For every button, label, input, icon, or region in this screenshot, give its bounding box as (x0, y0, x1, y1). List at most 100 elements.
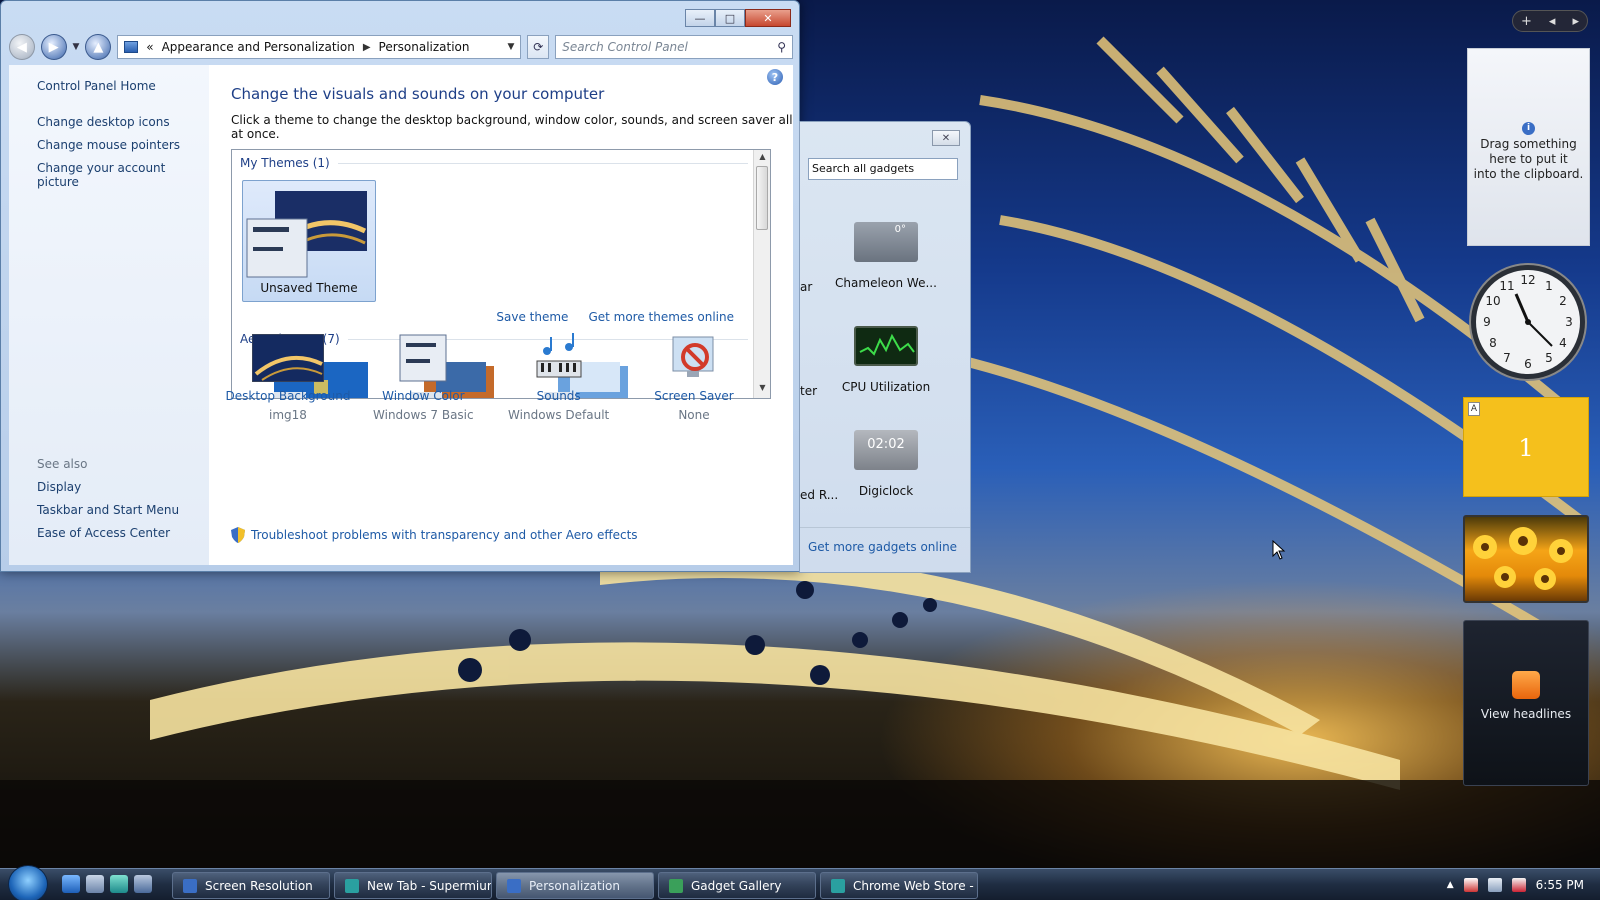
internet-explorer-icon[interactable] (62, 875, 80, 893)
recent-pages-dropdown[interactable]: ▼ (73, 42, 80, 52)
slideshow-gadget[interactable] (1463, 515, 1589, 603)
taskbar-label-new-tab: New Tab - Supermium (367, 878, 492, 893)
tray-clock[interactable]: 6:55 PM (1536, 878, 1584, 892)
window-content: Control Panel Home Change desktop icons … (9, 65, 793, 565)
action-center-icon[interactable] (1463, 878, 1478, 892)
unsaved-theme-card[interactable]: Unsaved Theme (242, 180, 376, 302)
clipboard-gadget[interactable]: i Drag something here to put it into the… (1467, 48, 1590, 246)
start-button[interactable] (8, 865, 48, 900)
refresh-button[interactable]: ⟳ (527, 35, 550, 59)
volume-muted-icon[interactable] (1511, 878, 1526, 892)
address-dropdown-icon[interactable]: ▼ (507, 42, 514, 52)
troubleshoot-text[interactable]: Troubleshoot problems with transparency … (251, 528, 638, 542)
screen-saver-icon (672, 336, 714, 377)
screen-resolution-icon (183, 878, 197, 893)
weather-icon: 0° (854, 222, 918, 262)
desktop-background-option[interactable]: Desktop Background img18 (221, 333, 355, 422)
browser-icon (345, 878, 359, 893)
search-placeholder: Search Control Panel (562, 40, 688, 54)
feed-headlines-gadget[interactable]: View headlines (1463, 620, 1589, 786)
control-panel-home-link[interactable]: Control Panel Home (37, 79, 209, 93)
note-font-button[interactable]: A (1468, 402, 1480, 416)
scroll-up-icon[interactable]: ▲ (754, 152, 770, 167)
mouse-cursor-icon (1272, 540, 1286, 560)
breadcrumb-appearance[interactable]: Appearance and Personalization (162, 40, 355, 54)
clipboard-text-3: into the clipboard. (1473, 167, 1584, 181)
note-text[interactable]: 1 (1464, 434, 1588, 462)
add-gadget-icon[interactable]: + (1521, 14, 1532, 29)
back-button[interactable]: ◀ (9, 34, 35, 60)
unsaved-theme-label: Unsaved Theme (260, 281, 358, 295)
clock-num-11: 11 (1499, 279, 1514, 293)
desktop-background-title[interactable]: Desktop Background (221, 389, 355, 403)
ease-of-access-link[interactable]: Ease of Access Center (37, 526, 179, 540)
taskbar-label-personalization: Personalization (529, 878, 620, 893)
troubleshoot-link[interactable]: Troubleshoot problems with transparency … (231, 527, 638, 543)
get-more-themes-link[interactable]: Get more themes online (588, 310, 734, 324)
control-panel-icon (124, 41, 139, 53)
save-theme-link[interactable]: Save theme (496, 310, 568, 324)
up-button[interactable]: ▲ (85, 34, 112, 60)
screen-saver-title[interactable]: Screen Saver (627, 389, 761, 403)
gadget-gallery-window: ✕ Search all gadgets ar ter ed R... 0° C… (799, 121, 971, 573)
taskbar-new-tab[interactable]: New Tab - Supermium (334, 872, 492, 899)
close-button[interactable]: ✕ (745, 9, 791, 27)
gadget-chameleon-weather[interactable]: 0° Chameleon We... (826, 222, 946, 290)
window-color-title[interactable]: Window Color (356, 389, 490, 403)
supermium-icon[interactable] (110, 875, 128, 893)
window-color-option[interactable]: Window Color Windows 7 Basic (356, 333, 490, 422)
gallery-close-button[interactable]: ✕ (932, 130, 960, 146)
taskbar-start-menu-link[interactable]: Taskbar and Start Menu (37, 503, 179, 517)
taskbar-screen-resolution[interactable]: Screen Resolution (172, 872, 330, 899)
gadget-cpu-utilization[interactable]: CPU Utilization (826, 326, 946, 394)
refresh-icon: ⟳ (533, 40, 544, 54)
get-more-gadgets-link[interactable]: Get more gadgets online (808, 540, 957, 554)
taskbar-gadget-gallery[interactable]: Gadget Gallery (658, 872, 816, 899)
change-mouse-pointers-link[interactable]: Change mouse pointers (37, 138, 209, 152)
see-also-heading: See also (37, 457, 88, 471)
show-hidden-icons-icon[interactable]: ▲ (1447, 880, 1454, 890)
sidebar-next-icon[interactable]: ▸ (1572, 14, 1579, 29)
address-bar[interactable]: « Appearance and Personalization ▶ Perso… (117, 35, 522, 59)
clock-num-6: 6 (1524, 357, 1532, 371)
maximize-button[interactable]: □ (715, 9, 745, 27)
info-icon: i (1522, 122, 1535, 135)
sounds-title[interactable]: Sounds (492, 389, 626, 403)
gadget-digiclock[interactable]: 02:02 Digiclock (826, 430, 946, 498)
clock-num-8: 8 (1489, 336, 1497, 350)
gadget-cpu-label: CPU Utilization (841, 380, 931, 394)
view-headlines-label[interactable]: View headlines (1464, 707, 1588, 721)
gadget-partial-label-1[interactable]: ar (800, 280, 812, 294)
sticky-note-gadget[interactable]: A 1 (1463, 397, 1589, 497)
help-icon[interactable]: ? (767, 69, 783, 85)
search-input[interactable]: Search Control Panel ⚲ (555, 35, 793, 59)
search-icon[interactable]: ⚲ (777, 40, 786, 54)
switch-windows-icon[interactable] (134, 875, 152, 893)
show-desktop-icon[interactable] (86, 875, 104, 893)
network-icon[interactable] (1487, 878, 1502, 892)
breadcrumb-personalization[interactable]: Personalization (379, 40, 470, 54)
navigation-bar: ◀ ▶ ▼ ▲ « Appearance and Personalization… (9, 33, 793, 61)
digiclock-icon: 02:02 (854, 430, 918, 470)
sidebar-prev-icon[interactable]: ◂ (1549, 14, 1556, 29)
change-desktop-icons-link[interactable]: Change desktop icons (37, 115, 209, 129)
forward-button[interactable]: ▶ (40, 34, 67, 60)
sounds-option[interactable]: Sounds Windows Default (492, 333, 626, 422)
my-themes-group-header: My Themes (1) (232, 156, 770, 170)
gadget-search-input[interactable]: Search all gadgets (808, 158, 958, 180)
display-link[interactable]: Display (37, 480, 179, 494)
minimize-button[interactable]: — (685, 9, 715, 27)
clock-num-2: 2 (1559, 294, 1567, 308)
change-account-picture-link[interactable]: Change your account picture (37, 161, 209, 189)
breadcrumb-overflow[interactable]: « (146, 40, 153, 54)
personalization-window: — □ ✕ ◀ ▶ ▼ ▲ « Appearance and Personali… (0, 0, 800, 572)
screen-saver-option[interactable]: Screen Saver None (627, 333, 761, 422)
clock-gadget[interactable]: 12 1 2 3 4 5 6 7 8 9 10 11 (1466, 260, 1590, 384)
breadcrumb-separator-icon[interactable]: ▶ (363, 42, 371, 53)
cpu-meter-icon (854, 326, 918, 366)
taskbar-chrome-web-store[interactable]: Chrome Web Store - ... (820, 872, 978, 899)
scroll-thumb[interactable] (756, 166, 768, 230)
taskbar-personalization[interactable]: Personalization (496, 872, 654, 899)
gadget-partial-label-2[interactable]: ter (800, 384, 817, 398)
taskbar-label-chrome-web-store: Chrome Web Store - ... (853, 878, 978, 893)
